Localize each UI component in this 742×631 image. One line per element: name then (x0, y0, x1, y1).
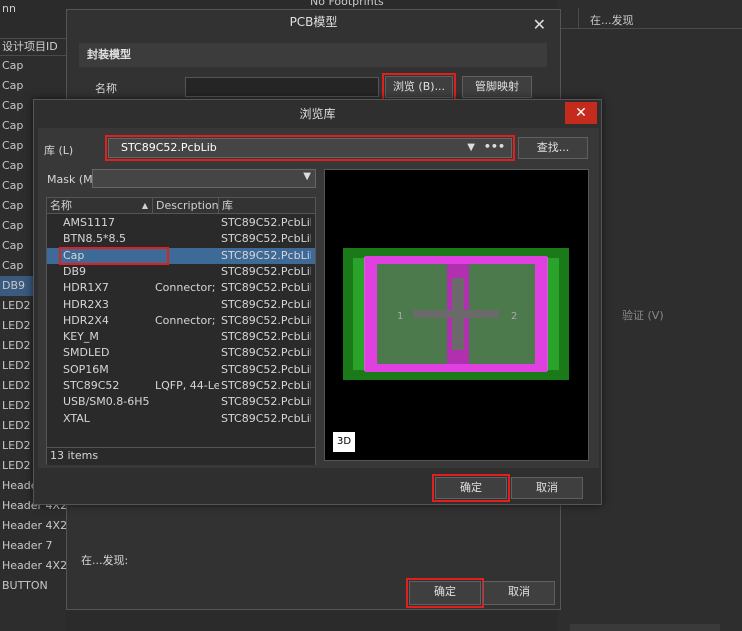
cross-vertical (452, 278, 464, 350)
footprint-drawing: 1 2 (343, 248, 569, 380)
column-header-library[interactable]: 库 (219, 198, 315, 214)
table-row[interactable]: DB9 STC89C52.PcbLib (47, 264, 315, 280)
column-header-description[interactable]: Description (153, 198, 219, 214)
footprint-section-header: 封装模型 (79, 43, 547, 67)
table-cell-lib: STC89C52.PcbLib (221, 379, 311, 392)
list-item[interactable]: Header 4X2 (0, 556, 66, 576)
column-header-design-id[interactable]: 设计项目ID (0, 38, 66, 56)
library-value: STC89C52.PcbLib (121, 141, 217, 154)
background-cut-text: nn (2, 2, 16, 15)
table-cell-name: KEY_M (63, 330, 99, 344)
divider (578, 8, 579, 28)
table-row[interactable]: USB/SM0.8-6H5 STC89C52.PcbLib (47, 394, 315, 410)
table-cell-lib: STC89C52.PcbLib (221, 232, 311, 246)
mask-label: Mask (M) (47, 173, 97, 186)
pad-edge-right (535, 258, 547, 370)
item-count: 13 items (47, 447, 315, 465)
table-row[interactable]: Cap STC89C52.PcbLib (47, 246, 315, 265)
table-cell-desc: Connector; H (155, 313, 219, 327)
selection-highlight (59, 246, 169, 265)
sort-up-icon: ▲ (141, 201, 148, 210)
close-icon[interactable]: ✕ (565, 102, 597, 124)
table-row[interactable]: HDR2X3 STC89C52.PcbLib (47, 297, 315, 313)
close-icon[interactable]: ✕ (533, 13, 546, 37)
list-item[interactable]: Cap (0, 76, 66, 96)
table-cell-name: BTN8.5*8.5 (63, 232, 126, 246)
table-row[interactable]: XTAL STC89C52.PcbLib (47, 411, 315, 427)
footprint-preview[interactable]: 1 2 3D (324, 169, 589, 461)
table-cell-name: SOP16M (63, 362, 109, 376)
table-cell-name: HDR2X4 (63, 313, 109, 327)
scrollbar[interactable] (570, 624, 720, 631)
pin-map-button[interactable]: 管脚映射 (P)... (462, 76, 532, 113)
table-cell-desc: LQFP, 44-Lea (155, 379, 219, 392)
pad-label-1: 1 (397, 311, 403, 322)
divider (558, 28, 742, 29)
table-cell-name: AMS1117 (63, 216, 115, 229)
library-label: 库 (L) (44, 144, 74, 157)
chevron-down-icon[interactable]: ▼ (467, 139, 475, 157)
table-row[interactable]: AMS1117 STC89C52.PcbLib (47, 215, 315, 231)
3d-view-button[interactable]: 3D (333, 432, 355, 452)
ok-button[interactable]: 确定 (406, 578, 484, 608)
no-footprints-text: No Footprints (310, 0, 384, 8)
dialog-title: PCB模型 (289, 15, 338, 29)
table-cell-name: SMDLED (63, 346, 110, 360)
table-row[interactable]: KEY_M STC89C52.PcbLib (47, 329, 315, 345)
table-cell-name: XTAL (63, 411, 90, 425)
pad-label-2: 2 (511, 311, 517, 322)
column-header-name[interactable]: 名称 ▲ (47, 198, 153, 214)
found-in-label: 在...发现: (81, 554, 129, 567)
table-cell-name: HDR2X3 (63, 297, 109, 311)
table-cell-lib: STC89C52.PcbLib (221, 297, 311, 311)
table-cell-lib: STC89C52.PcbLib (221, 313, 311, 327)
table-cell-name: DB9 (63, 264, 87, 278)
table-row[interactable]: SMDLED STC89C52.PcbLib (47, 345, 315, 361)
table-cell-desc: Connector; H (155, 281, 219, 295)
cancel-button[interactable]: 取消 (483, 581, 555, 605)
table-cell-lib: STC89C52.PcbLib (221, 248, 311, 262)
table-cell-name: STC89C52 (63, 379, 120, 392)
table-cell-lib: STC89C52.PcbLib (221, 216, 311, 229)
column-header-label: 名称 (50, 199, 72, 212)
mask-input[interactable]: ▼ (92, 169, 316, 188)
dialog-title-bar[interactable]: 浏览库 ✕ (34, 100, 601, 128)
pad-edge-top (365, 256, 547, 264)
ok-button[interactable]: 确定 (432, 474, 510, 502)
pad-edge-bottom (365, 364, 547, 372)
table-row[interactable]: HDR2X4 Connector; HSTC89C52.PcbLib (47, 313, 315, 329)
table-cell-lib: STC89C52.PcbLib (221, 264, 311, 278)
verify-button[interactable]: 验证 (V) (622, 307, 664, 323)
list-item[interactable]: Header 4X2 (0, 516, 66, 536)
browse-library-dialog: 浏览库 ✕ 库 (L) STC89C52.PcbLib ▼ ••• 查找... … (33, 99, 602, 505)
table-cell-lib: STC89C52.PcbLib (221, 346, 311, 360)
cancel-button[interactable]: 取消 (511, 477, 583, 499)
table-cell-name: HDR1X7 (63, 281, 109, 295)
table-cell-lib: STC89C52.PcbLib (221, 330, 311, 344)
table-cell-lib: STC89C52.PcbLib (221, 362, 311, 376)
footprint-table: 名称 ▲ Description 库 AMS1117 STC89C52.PcbLi… (46, 197, 316, 465)
find-button[interactable]: 查找... (518, 137, 588, 159)
name-input[interactable] (185, 77, 379, 97)
table-row[interactable]: STC89C52 LQFP, 44-LeaSTC89C52.PcbLib (47, 378, 315, 394)
chevron-down-icon[interactable]: ▼ (303, 171, 311, 182)
list-item[interactable]: Cap (0, 56, 66, 76)
library-dropdown[interactable]: STC89C52.PcbLib ▼ ••• (105, 135, 515, 161)
table-row[interactable]: SOP16M STC89C52.PcbLib (47, 362, 315, 378)
more-options-icon[interactable]: ••• (484, 138, 505, 156)
list-item[interactable]: Header 7 (0, 536, 66, 556)
table-row[interactable]: BTN8.5*8.5 STC89C52.PcbLib (47, 231, 315, 247)
table-cell-name: USB/SM0.8-6H5 (63, 395, 150, 409)
dialog-title-bar[interactable]: PCB模型 ✕ (67, 10, 560, 36)
found-in-column[interactable]: 在...发现 (590, 12, 634, 28)
name-label: 名称 (95, 82, 117, 95)
list-item[interactable]: BUTTON (0, 576, 66, 596)
browse-button[interactable]: 浏览 (B)... (382, 73, 456, 101)
table-cell-lib: STC89C52.PcbLib (221, 411, 311, 425)
dialog-title: 浏览库 (299, 107, 336, 121)
table-row[interactable]: HDR1X7 Connector; HSTC89C52.PcbLib (47, 280, 315, 296)
table-cell-lib: STC89C52.PcbLib (221, 395, 311, 409)
pad-edge-left (365, 258, 377, 370)
table-cell-lib: STC89C52.PcbLib (221, 281, 311, 295)
